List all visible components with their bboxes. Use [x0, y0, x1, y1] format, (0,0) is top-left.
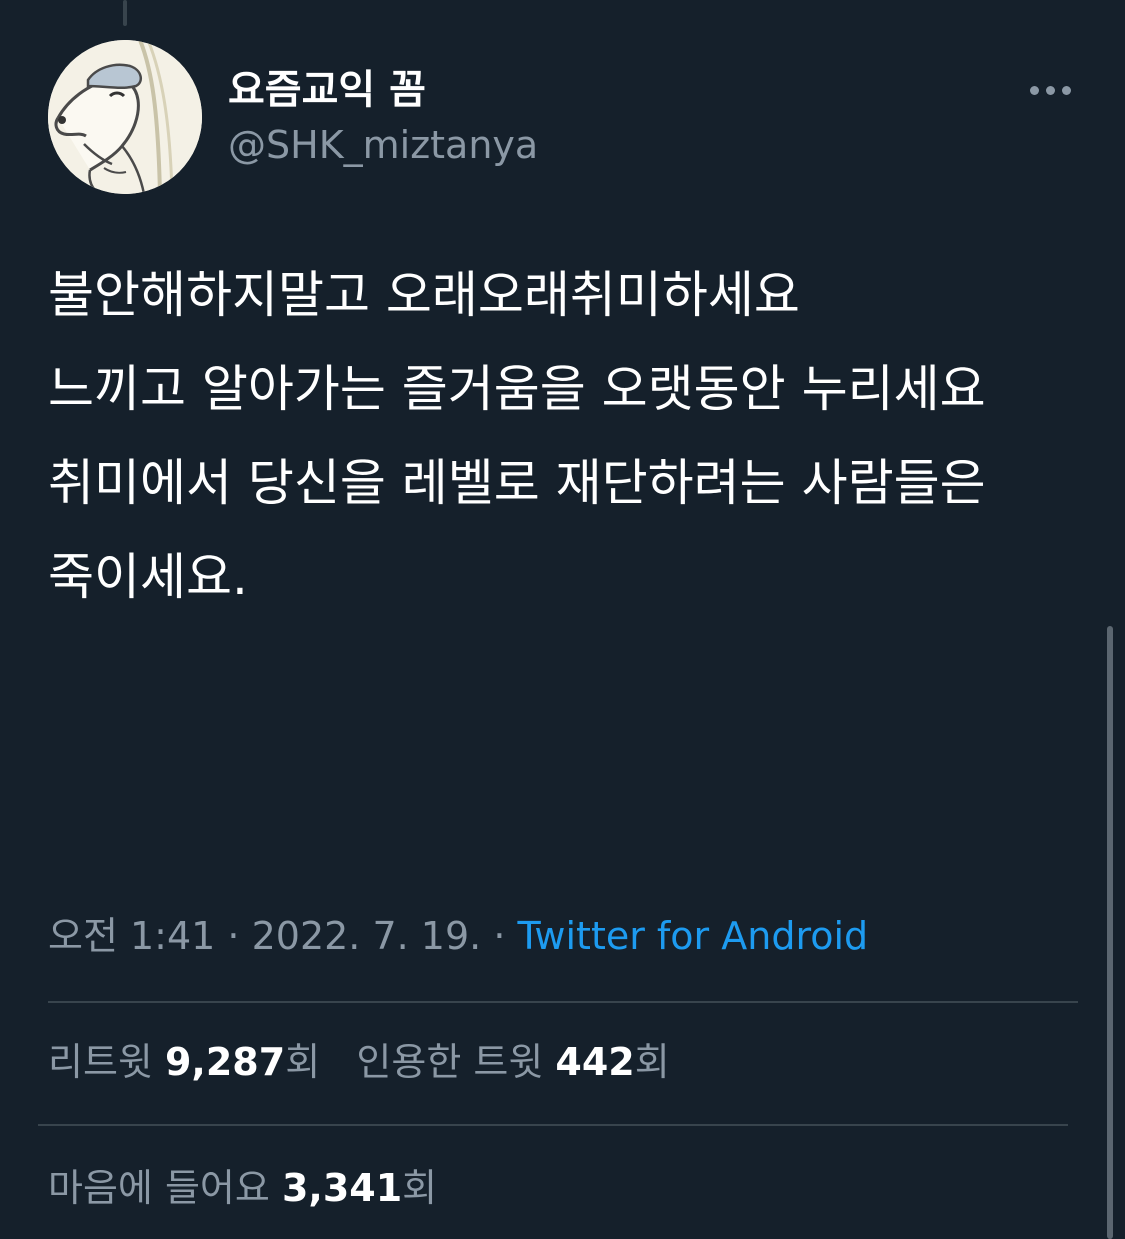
tweet-date[interactable]: 2022. 7. 19. [252, 914, 482, 958]
retweets-count: 9,287 [164, 1040, 286, 1084]
tweet-line: 불안해하지말고 오래오래취미하세요 [48, 266, 800, 324]
divider [48, 1001, 1078, 1003]
tweet-line: 취미에서 당신을 레벨로 재단하려는 사람들은 [48, 454, 986, 512]
avatar-illustration [48, 40, 202, 194]
tweet-text: 불안해하지말고 오래오래취미하세요 느끼고 알아가는 즐거움을 오랫동안 누리세… [48, 258, 1058, 634]
likes-count: 3,341 [281, 1166, 403, 1210]
more-horizontal-icon-dot [1045, 85, 1055, 95]
more-options-button[interactable] [1020, 72, 1080, 108]
avatar[interactable] [48, 40, 202, 194]
more-horizontal-icon-dot [1061, 85, 1071, 95]
count-unit: 회 [634, 1040, 670, 1084]
quote-tweets-count: 442 [555, 1040, 635, 1084]
likes-label: 마음에 들어요 [48, 1166, 270, 1210]
quote-tweets-label: 인용한 트윗 [356, 1040, 544, 1084]
divider [38, 1124, 1068, 1126]
count-unit: 회 [402, 1166, 438, 1210]
tweet-source-link[interactable]: Twitter for Android [517, 914, 868, 958]
count-unit: 회 [285, 1040, 321, 1084]
likes-stat[interactable]: 마음에 들어요 3,341회 [48, 1166, 437, 1210]
tweet-line: 죽이세요. [48, 548, 248, 606]
tweet-time[interactable]: 오전 1:41 [48, 914, 215, 958]
tweet-metadata: 오전 1:41 · 2022. 7. 19. · Twitter for And… [48, 908, 868, 964]
more-horizontal-icon [1029, 85, 1039, 95]
scrollbar[interactable] [1107, 626, 1113, 1239]
thread-connector-line [123, 0, 127, 26]
retweets-label: 리트윗 [48, 1040, 153, 1084]
likes-stats: 마음에 들어요 3,341회 [48, 1160, 437, 1216]
quote-tweets-stat[interactable]: 인용한 트윗 442회 [356, 1040, 669, 1084]
meta-separator: · [215, 914, 252, 958]
engagement-stats: 리트윗 9,287회 인용한 트윗 442회 [48, 1034, 670, 1090]
meta-separator: · [481, 914, 518, 958]
user-handle[interactable]: @SHK_miztanya [228, 122, 538, 168]
retweets-stat[interactable]: 리트윗 9,287회 [48, 1040, 320, 1084]
tweet-line: 느끼고 알아가는 즐거움을 오랫동안 누리세요 [48, 360, 986, 418]
display-name[interactable]: 요즘교익 꼼 [228, 66, 426, 114]
